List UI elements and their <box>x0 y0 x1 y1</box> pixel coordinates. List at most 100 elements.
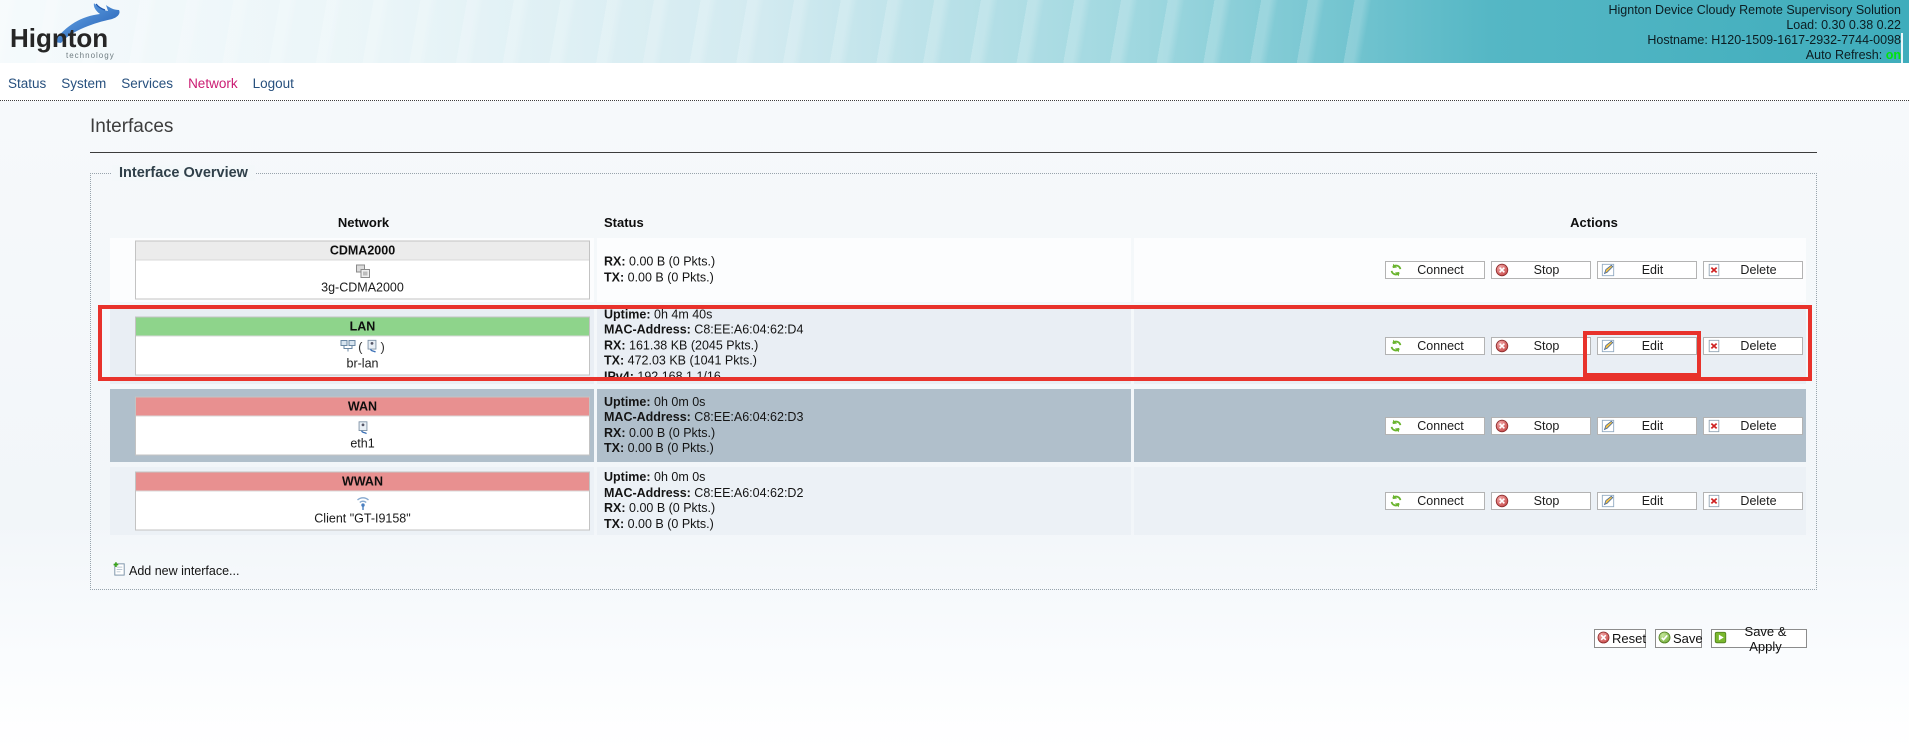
network-title: WAN <box>136 397 589 416</box>
connect-button-lan[interactable]: Connect <box>1385 337 1485 355</box>
nav-logout[interactable]: Logout <box>253 76 294 91</box>
network-cell: WWAN Client "GT-I9158" <box>110 467 594 535</box>
stop-icon <box>1495 494 1509 508</box>
stop-button-wwan[interactable]: Stop <box>1491 492 1591 510</box>
nav-status[interactable]: Status <box>8 76 46 91</box>
interface-row-wwan: WWAN Client "GT-I9158" Uptime: 0h 0m 0s … <box>110 467 1806 535</box>
ethernet-adapter-icon <box>136 418 589 436</box>
network-title: CDMA2000 <box>136 242 589 261</box>
save-apply-button[interactable]: Save & Apply <box>1711 629 1807 648</box>
save-icon <box>1658 631 1671 647</box>
auto-refresh-status: Auto Refresh: on <box>1608 48 1901 63</box>
paren-open: ( <box>358 340 362 355</box>
stop-button-cdma2000[interactable]: Stop <box>1491 261 1591 279</box>
page-title: Interfaces <box>90 116 173 138</box>
stop-icon <box>1495 263 1509 277</box>
reset-button[interactable]: Reset <box>1594 629 1646 648</box>
stop-icon <box>1495 419 1509 433</box>
edit-button-wan[interactable]: Edit <box>1597 417 1697 435</box>
refresh-icon <box>1389 494 1403 508</box>
delete-button-lan[interactable]: Delete <box>1703 337 1803 355</box>
status-line: RX: 0.00 B (0 Pkts.) <box>604 501 803 517</box>
edit-icon <box>1601 419 1615 433</box>
interface-name: br-lan <box>136 356 589 371</box>
actions-cell: Connect Stop Edit Delete <box>1134 389 1806 462</box>
delete-icon <box>1707 494 1721 508</box>
bridge-icon <box>340 338 356 356</box>
column-header-network: Network <box>135 215 592 230</box>
status-line: Uptime: 0h 0m 0s <box>604 395 803 411</box>
auto-refresh-label: Auto Refresh: <box>1806 48 1882 62</box>
network-cell: LAN ( ) br-lan <box>110 307 594 384</box>
add-link-label: Add new interface... <box>129 564 239 578</box>
interface-row-cdma2000: CDMA2000 3g-CDMA2000 RX: 0.00 B (0 Pkts.… <box>110 238 1806 302</box>
delete-button-wan[interactable]: Delete <box>1703 417 1803 435</box>
delete-icon <box>1707 419 1721 433</box>
load-average: Load: 0.30 0.38 0.22 <box>1608 18 1901 33</box>
network-box-wan: WAN eth1 <box>135 396 590 455</box>
status-cell: RX: 0.00 B (0 Pkts.) TX: 0.00 B (0 Pkts.… <box>597 238 1131 302</box>
delete-icon <box>1707 263 1721 277</box>
status-cell: Uptime: 0h 0m 0s MAC-Address: C8:EE:A6:0… <box>597 467 1131 535</box>
edit-button-wwan[interactable]: Edit <box>1597 492 1697 510</box>
status-line: TX: 472.03 KB (1041 Pkts.) <box>604 353 803 369</box>
status-line: Uptime: 0h 0m 0s <box>604 470 803 486</box>
delete-button-wwan[interactable]: Delete <box>1703 492 1803 510</box>
interface-name: 3g-CDMA2000 <box>136 281 589 296</box>
save-button[interactable]: Save <box>1655 629 1702 648</box>
brand-subtitle: technology <box>66 51 115 60</box>
paren-close: ) <box>381 340 385 355</box>
status-line: MAC-Address: C8:EE:A6:04:62:D3 <box>604 410 803 426</box>
interface-row-wan: WAN eth1 Uptime: 0h 0m 0s MAC-Address: C… <box>110 389 1806 462</box>
edit-icon <box>1601 263 1615 277</box>
nav-network[interactable]: Network <box>188 76 238 91</box>
delete-button-cdma2000[interactable]: Delete <box>1703 261 1803 279</box>
fieldset-legend: Interface Overview <box>112 165 255 181</box>
edit-button-lan[interactable]: Edit <box>1597 337 1697 355</box>
network-box-lan: LAN ( ) br-lan <box>135 316 590 375</box>
hostname: Hostname: H120-1509-1617-2932-7744-0098 <box>1608 33 1901 48</box>
banner-divider-line <box>1901 33 1903 63</box>
status-cell: Uptime: 0h 0m 0s MAC-Address: C8:EE:A6:0… <box>597 389 1131 462</box>
product-title: Hignton Device Cloudy Remote Supervisory… <box>1608 3 1901 18</box>
refresh-icon <box>1389 263 1403 277</box>
stop-button-wan[interactable]: Stop <box>1491 417 1591 435</box>
nav-system[interactable]: System <box>61 76 106 91</box>
app-window: Hignton technology Hignton Device Cloudy… <box>0 0 1909 750</box>
status-cell: Uptime: 0h 4m 40s MAC-Address: C8:EE:A6:… <box>597 307 1131 384</box>
edit-button-cdma2000[interactable]: Edit <box>1597 261 1697 279</box>
network-title: LAN <box>136 317 589 336</box>
actions-cell: Connect Stop Edit Delete <box>1134 467 1806 535</box>
save-apply-icon <box>1714 631 1727 647</box>
status-line: Uptime: 0h 4m 40s <box>604 307 803 323</box>
edit-icon <box>1601 494 1615 508</box>
refresh-icon <box>1389 419 1403 433</box>
add-icon <box>112 561 127 580</box>
delete-icon <box>1707 339 1721 353</box>
refresh-icon <box>1389 339 1403 353</box>
main-menu: Status System Services Network Logout <box>8 76 294 91</box>
status-line: TX: 0.00 B (0 Pkts.) <box>604 517 803 533</box>
nav-services[interactable]: Services <box>121 76 173 91</box>
status-line: IPv4: 192.168.1.1/16 <box>604 369 803 385</box>
connect-button-cdma2000[interactable]: Connect <box>1385 261 1485 279</box>
stop-button-lan[interactable]: Stop <box>1491 337 1591 355</box>
network-box-cdma2000: CDMA2000 3g-CDMA2000 <box>135 241 590 300</box>
banner-rays-decoration <box>0 0 1374 63</box>
status-line: RX: 0.00 B (0 Pkts.) <box>604 255 715 271</box>
form-footer: Reset Save Save & Apply <box>1594 629 1807 648</box>
interface-row-lan: LAN ( ) br-lan Uptime: 0h 4m 40s MAC-Add… <box>110 307 1806 384</box>
reset-icon <box>1597 631 1610 647</box>
actions-cell: Connect Stop Edit Delete <box>1134 238 1806 302</box>
connect-button-wan[interactable]: Connect <box>1385 417 1485 435</box>
status-line: MAC-Address: C8:EE:A6:04:62:D4 <box>604 322 803 338</box>
stop-icon <box>1495 339 1509 353</box>
add-new-interface-link[interactable]: Add new interface... <box>112 561 239 580</box>
interface-name: eth1 <box>136 436 589 451</box>
header-banner: Hignton technology Hignton Device Cloudy… <box>0 0 1909 63</box>
auto-refresh-value: on <box>1886 48 1901 62</box>
connect-button-wwan[interactable]: Connect <box>1385 492 1485 510</box>
status-line: TX: 0.00 B (0 Pkts.) <box>604 270 715 286</box>
network-cell: CDMA2000 3g-CDMA2000 <box>110 238 594 302</box>
title-rule <box>90 152 1817 153</box>
